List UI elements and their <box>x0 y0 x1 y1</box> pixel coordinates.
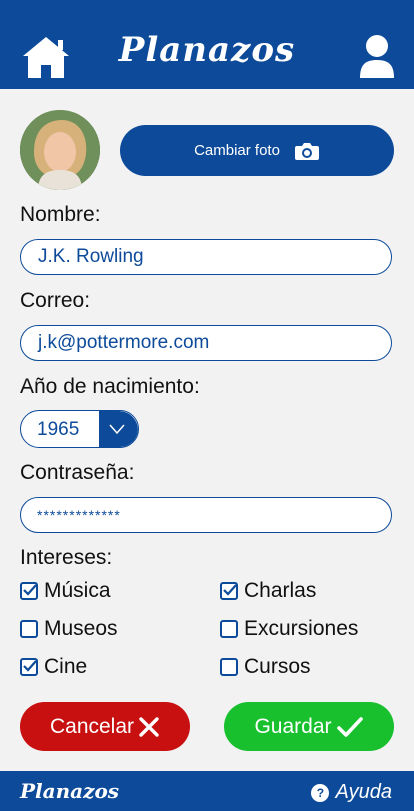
chevron-down-icon <box>109 424 125 435</box>
interest-label: Música <box>44 579 111 602</box>
change-photo-button[interactable]: Cambiar foto <box>120 125 394 176</box>
interest-cine[interactable]: Cine <box>20 655 87 679</box>
password-field[interactable]: ************* <box>20 497 392 533</box>
password-label: Contraseña: <box>20 461 135 484</box>
birth-year-dropdown-button[interactable] <box>99 411 138 447</box>
checkbox-museos[interactable] <box>20 620 38 638</box>
email-label: Correo: <box>20 289 91 312</box>
interest-musica[interactable]: Música <box>20 579 111 603</box>
camera-icon <box>294 142 319 160</box>
interest-excursiones[interactable]: Excursiones <box>220 617 358 641</box>
checkbox-charlas[interactable] <box>220 582 238 600</box>
birth-year-label: Año de nacimiento: <box>20 375 200 398</box>
checkmark-icon <box>23 660 37 672</box>
check-icon <box>336 716 363 737</box>
help-label: Ayuda <box>335 781 392 803</box>
birth-year-value: 1965 <box>37 419 80 440</box>
interest-label: Cine <box>44 655 88 678</box>
interest-label: Excursiones <box>244 617 359 640</box>
name-field[interactable]: J.K. Rowling <box>20 239 392 275</box>
app-header: Planazos <box>0 0 414 89</box>
checkbox-cine[interactable] <box>20 658 38 676</box>
birth-year-select[interactable]: 1965 <box>20 410 139 448</box>
interest-charlas[interactable]: Charlas <box>220 579 316 603</box>
interest-label: Charlas <box>244 579 317 602</box>
email-field[interactable]: j.k@pottermore.com <box>20 325 392 361</box>
checkbox-cursos[interactable] <box>220 658 238 676</box>
help-link[interactable]: ? Ayuda <box>311 781 392 804</box>
cancel-button[interactable]: Cancelar <box>20 702 190 751</box>
interest-label: Museos <box>44 617 118 640</box>
change-photo-label: Cambiar foto <box>194 142 280 159</box>
app-footer: Planazos ? Ayuda <box>0 771 414 811</box>
cancel-label: Cancelar <box>49 714 135 738</box>
email-value: j.k@pottermore.com <box>38 332 210 353</box>
checkbox-excursiones[interactable] <box>220 620 238 638</box>
save-label: Guardar <box>254 714 332 738</box>
checkbox-musica[interactable] <box>20 582 38 600</box>
checkmark-icon <box>23 584 37 596</box>
user-icon[interactable] <box>358 34 396 78</box>
interest-museos[interactable]: Museos <box>20 617 118 641</box>
interest-cursos[interactable]: Cursos <box>220 655 311 679</box>
interests-label: Intereses: <box>20 546 113 569</box>
password-value: ************* <box>37 507 121 523</box>
name-value: J.K. Rowling <box>38 246 144 267</box>
save-button[interactable]: Guardar <box>224 702 394 751</box>
avatar <box>20 110 100 190</box>
footer-brand: Planazos <box>20 779 120 803</box>
checkmark-icon <box>223 584 237 596</box>
help-icon: ? <box>311 783 330 802</box>
app-title: Planazos <box>118 30 296 70</box>
name-label: Nombre: <box>20 203 101 226</box>
interest-label: Cursos <box>244 655 311 678</box>
close-icon <box>139 716 159 737</box>
